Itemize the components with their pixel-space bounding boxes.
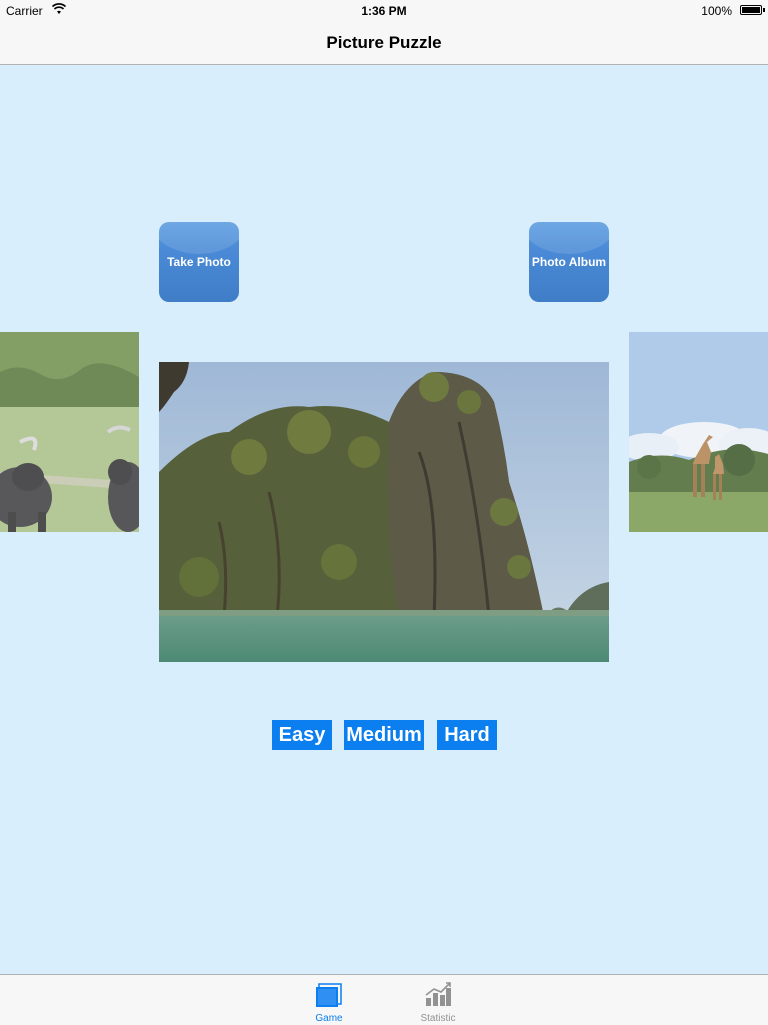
- tab-statistic[interactable]: Statistic: [408, 975, 468, 1025]
- carousel-left-image[interactable]: [0, 332, 139, 532]
- giraffe-photo: [629, 332, 768, 532]
- carousel-right-image[interactable]: [629, 332, 768, 532]
- medium-button[interactable]: Medium: [344, 720, 424, 750]
- statistic-icon: [425, 982, 451, 1006]
- photo-album-button[interactable]: Photo Album: [529, 222, 609, 302]
- game-icon: [316, 983, 342, 1007]
- tab-game-label: Game: [315, 1013, 343, 1024]
- tab-statistic-label: Statistic: [420, 1013, 456, 1024]
- battery-icon: [740, 5, 765, 15]
- carousel-center-image[interactable]: [159, 362, 609, 662]
- page-title: Picture Puzzle: [326, 33, 442, 52]
- tab-bar: Game Statistic: [0, 974, 768, 1025]
- take-photo-button[interactable]: Take Photo: [159, 222, 239, 302]
- tab-game[interactable]: Game: [299, 975, 359, 1025]
- photo-album-label: Photo Album: [531, 255, 607, 269]
- easy-button[interactable]: Easy: [272, 720, 332, 750]
- navigation-bar: Picture Puzzle: [0, 20, 768, 65]
- clock: 1:36 PM: [361, 4, 407, 18]
- limestone-island-photo: [159, 362, 609, 662]
- status-bar: Carrier 1:36 PM 100%: [0, 0, 768, 20]
- battery-percent: 100%: [701, 4, 732, 18]
- hard-button[interactable]: Hard: [437, 720, 497, 750]
- buffalo-photo: [0, 332, 139, 532]
- take-photo-label: Take Photo: [167, 255, 231, 269]
